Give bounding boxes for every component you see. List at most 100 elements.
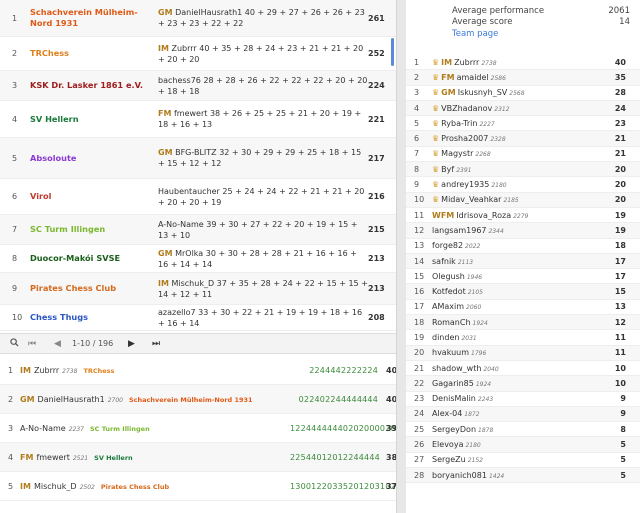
team-row[interactable]: 9 Pirates Chess Club IM Mischuk_D 37 + 35 … (0, 273, 396, 305)
ranking-row[interactable]: 24 Alex-04 1872 9 (406, 406, 640, 423)
player-name[interactable]: dinden (432, 333, 459, 342)
player-name[interactable]: Byf (441, 165, 454, 174)
team-row[interactable]: 6 Virol Haubentaucher 25 + 24 + 24 + 22 + … (0, 179, 396, 215)
player-name[interactable]: Olegush (432, 272, 465, 281)
player-row[interactable]: 2 GM DanielHausrath1 2700 Schachverein Mülhe… (0, 385, 396, 414)
player-row[interactable]: 5 IM Mischuk_D 2502 Pirates Chess Club 130012… (0, 472, 396, 501)
ranking-row[interactable]: 22 Gagarin85 1924 10 (406, 376, 640, 392)
leader-name[interactable]: Haubentaucher (158, 187, 220, 196)
ranking-row[interactable]: 13 forge82 2022 18 (406, 239, 640, 254)
leader-name[interactable]: MrOlka (175, 249, 203, 258)
leader-name[interactable]: A-No-Name (158, 220, 204, 229)
ranking-row[interactable]: 5 ♛ Ryba-Trin 2227 23 (406, 116, 640, 132)
ranking-row[interactable]: 18 RomanCh 1924 12 (406, 315, 640, 331)
team-name[interactable]: SC Turm Illingen (30, 224, 158, 235)
player-name[interactable]: boryanich081 (432, 471, 487, 480)
ranking-row[interactable]: 3 ♛ GM Iskusnyh_SV 2568 28 (406, 86, 640, 101)
player-name[interactable]: andrey1935 (441, 180, 489, 189)
leader-name[interactable]: Mischuk_D (171, 279, 214, 288)
player-name[interactable]: Alex-04 (432, 409, 462, 418)
player-row[interactable]: 4 FM fmewert 2521 SV Hellern 2254401201224444… (0, 443, 396, 472)
ranking-row[interactable]: 28 boryanich081 1424 5 (406, 468, 640, 484)
ranking-row[interactable]: 17 AMaxim 2060 13 (406, 300, 640, 316)
player-name[interactable]: fmewert (36, 453, 69, 462)
player-team[interactable]: TRChess (83, 367, 114, 375)
last-page-icon[interactable]: ⏭ (152, 339, 160, 349)
player-name[interactable]: hvakuum (432, 348, 469, 357)
ranking-row[interactable]: 14 safnik 2113 17 (406, 253, 640, 270)
leader-name[interactable]: azazello7 (158, 308, 196, 317)
team-row[interactable]: 1 Schachverein Mülheim-Nord 1931 GM Daniel… (0, 0, 396, 37)
player-team[interactable]: SV Hellern (94, 454, 133, 462)
player-name[interactable]: Idrisova_Roza (456, 211, 511, 220)
team-row[interactable]: 4 SV Hellern FM fmewert 38 + 26 + 25 + 25 … (0, 101, 396, 138)
ranking-row[interactable]: 7 ♛ Magystr 2268 21 (406, 147, 640, 163)
player-name[interactable]: Midav_Veahkar (441, 195, 501, 204)
ranking-row[interactable]: 1 ♛ IM Zubrrr 2738 40 (406, 55, 640, 71)
prev-page-icon[interactable]: ◀ (54, 339, 72, 349)
player-name[interactable]: shadow_wth (432, 364, 481, 373)
ranking-row[interactable]: 9 ♛ andrey1935 2180 20 (406, 177, 640, 193)
team-row[interactable]: 3 KSK Dr. Lasker 1861 e.V. bachess76 28 + … (0, 71, 396, 101)
ranking-row[interactable]: 4 ♛ VBZhadanov 2312 24 (406, 100, 640, 117)
player-name[interactable]: Mischuk_D (34, 482, 77, 491)
panel-divider[interactable] (396, 0, 406, 513)
team-page-link[interactable]: Team page (452, 29, 630, 39)
player-name[interactable]: forge82 (432, 241, 463, 250)
team-row[interactable]: 7 SC Turm Illingen A-No-Name 39 + 30 + 27 … (0, 215, 396, 245)
team-row[interactable]: 10 Chess Thugs azazello7 33 + 30 + 22 + 21… (0, 305, 396, 331)
player-name[interactable]: Magystr (441, 149, 473, 158)
next-page-icon[interactable]: ▶ (128, 339, 152, 349)
first-page-icon[interactable]: ⏮ (28, 339, 54, 349)
player-name[interactable]: AMaxim (432, 302, 464, 311)
team-name[interactable]: Schachverein Mülheim-Nord 1931 (30, 7, 158, 29)
player-name[interactable]: amaidel (457, 73, 489, 82)
player-team[interactable]: SC Turm Illingen (90, 425, 150, 433)
search-icon[interactable] (0, 338, 28, 349)
ranking-row[interactable]: 16 Kotfedot 2105 15 (406, 284, 640, 300)
ranking-row[interactable]: 8 ♛ Byf 2391 20 (406, 162, 640, 178)
player-team[interactable]: Schachverein Mülheim-Nord 1931 (129, 396, 253, 404)
leader-name[interactable]: Zubrrr (171, 44, 196, 53)
player-name[interactable]: Zubrrr (34, 366, 59, 375)
ranking-row[interactable]: 27 SergeZu 2152 5 (406, 453, 640, 469)
leader-name[interactable]: fmewert (174, 109, 207, 118)
player-name[interactable]: Iskusnyh_SV (458, 88, 508, 97)
ranking-row[interactable]: 6 ♛ Prosha2007 2328 21 (406, 131, 640, 147)
ranking-row[interactable]: 25 SergeyDon 1878 8 (406, 422, 640, 438)
player-name[interactable]: SergeyDon (432, 425, 476, 434)
player-name[interactable]: Ryba-Trin (441, 119, 477, 128)
player-name[interactable]: A-No-Name (20, 424, 66, 433)
team-name[interactable]: Virol (30, 191, 158, 202)
player-name[interactable]: DanielHausrath1 (38, 395, 105, 404)
player-name[interactable]: RomanCh (432, 318, 471, 327)
player-row[interactable]: 3 A-No-Name 2237 SC Turm Illingen 1224444444… (0, 414, 396, 443)
team-row[interactable]: 8 Duocor-Makói SVSE GM MrOlka 30 + 30 + 28… (0, 245, 396, 273)
team-row[interactable]: 5 Absoloute GM BFG-BLITZ 32 + 30 + 29 + 29… (0, 138, 396, 179)
leader-name[interactable]: bachess76 (158, 76, 201, 85)
player-name[interactable]: DenisMalin (432, 394, 476, 403)
player-name[interactable]: Elevoya (432, 440, 463, 449)
player-name[interactable]: langsam1967 (432, 226, 487, 235)
ranking-row[interactable]: 19 dinden 2031 11 (406, 330, 640, 346)
player-team[interactable]: Pirates Chess Club (101, 483, 169, 491)
player-name[interactable]: Prosha2007 (441, 134, 488, 143)
ranking-row[interactable]: 26 Elevoya 2180 5 (406, 437, 640, 453)
player-name[interactable]: SergeZu (432, 455, 466, 464)
team-row[interactable]: 2 TRChess IM Zubrrr 40 + 35 + 28 + 24 + 23… (0, 37, 396, 71)
player-name[interactable]: Gagarin85 (432, 379, 474, 388)
ranking-row[interactable]: 21 shadow_wth 2040 10 (406, 361, 640, 377)
player-name[interactable]: safnik (432, 257, 456, 266)
ranking-row[interactable]: 15 Olegush 1946 17 (406, 269, 640, 285)
team-name[interactable]: Absoloute (30, 153, 158, 164)
team-name[interactable]: TRChess (30, 48, 158, 59)
team-name[interactable]: SV Hellern (30, 114, 158, 125)
team-table-scrollbar[interactable] (391, 38, 394, 66)
player-name[interactable]: Zubrrr (454, 58, 479, 67)
ranking-row[interactable]: 2 ♛ FM amaidel 2586 35 (406, 70, 640, 86)
team-name[interactable]: KSK Dr. Lasker 1861 e.V. (30, 80, 158, 91)
ranking-row[interactable]: 12 langsam1967 2344 19 (406, 223, 640, 239)
ranking-row[interactable]: 23 DenisMalin 2243 9 (406, 392, 640, 407)
ranking-row[interactable]: 10 ♛ Midav_Veahkar 2185 20 (406, 192, 640, 208)
team-name[interactable]: Pirates Chess Club (30, 283, 158, 294)
